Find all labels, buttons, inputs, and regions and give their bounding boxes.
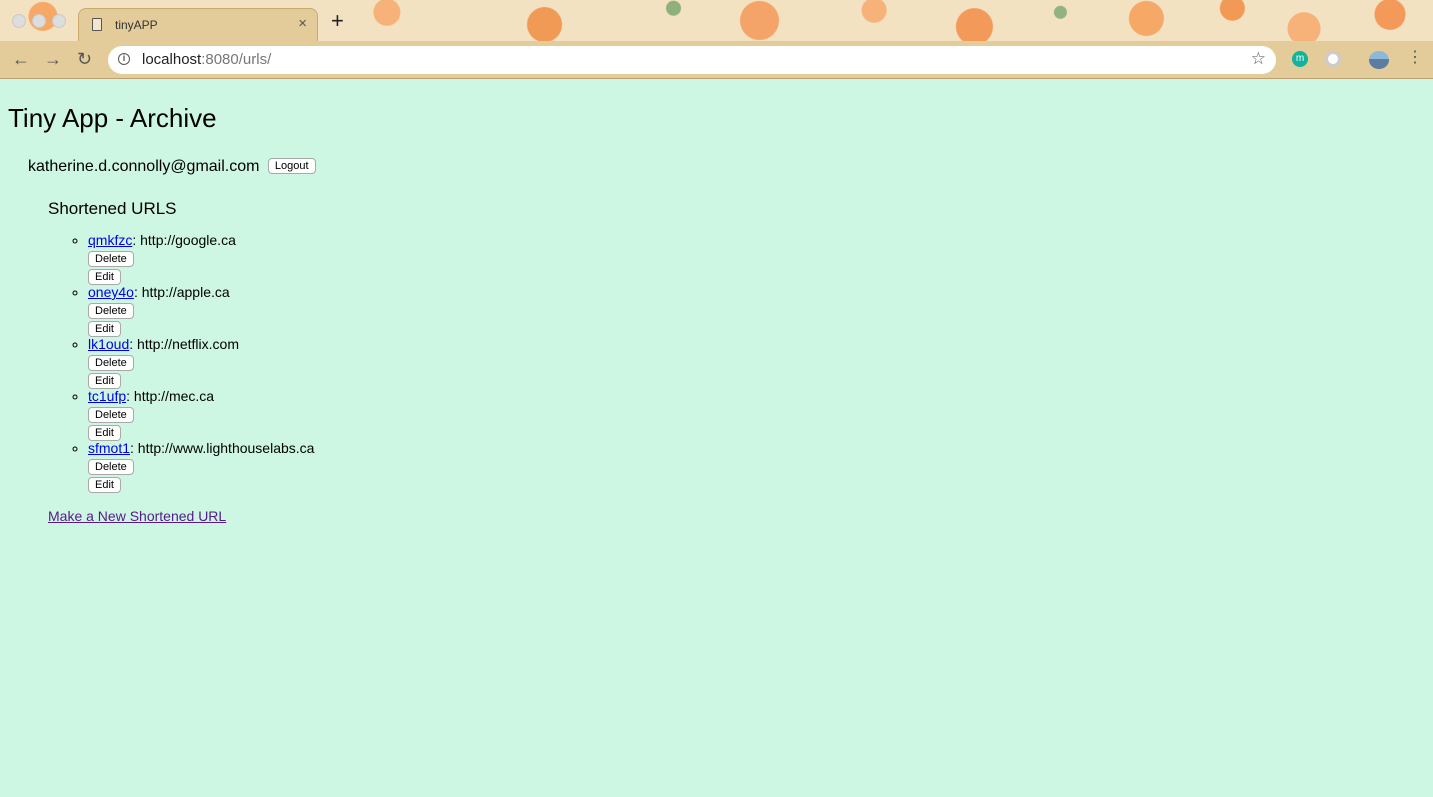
- new-tab-icon[interactable]: +: [331, 10, 344, 32]
- long-url: : http://mec.ca: [126, 388, 215, 404]
- delete-button[interactable]: Delete: [88, 355, 134, 371]
- forward-icon[interactable]: →: [44, 49, 62, 69]
- url-list: qmkfzc: http://google.ca Delete Edit one…: [48, 231, 315, 493]
- address-bar[interactable]: i localhost:8080/urls/ ☆: [108, 46, 1276, 74]
- user-email: katherine.d.connolly@gmail.com: [28, 158, 260, 175]
- long-url: : http://netflix.com: [129, 336, 239, 352]
- browser-toolbar: ← → ↻ i localhost:8080/urls/ ☆ m ⋮: [0, 41, 1433, 79]
- info-icon[interactable]: i: [118, 53, 130, 65]
- long-url: : http://google.ca: [132, 232, 236, 248]
- page-title: Tiny App - Archive: [8, 103, 217, 133]
- delete-button[interactable]: Delete: [88, 303, 134, 319]
- browser-chrome: tinyAPP × + ← → ↻ i localhost:8080/urls/…: [0, 0, 1433, 79]
- tab-title: tinyAPP: [115, 18, 158, 32]
- back-icon[interactable]: ←: [12, 49, 30, 69]
- chrome-menu-icon[interactable]: ⋮: [1407, 50, 1423, 66]
- delete-button[interactable]: Delete: [88, 251, 134, 267]
- edit-button[interactable]: Edit: [88, 477, 121, 493]
- url-path: :8080/urls/: [201, 51, 272, 68]
- section-title: Shortened URLS: [48, 199, 177, 218]
- list-item: qmkfzc: http://google.ca Delete Edit: [88, 231, 314, 285]
- page-icon: [92, 18, 102, 31]
- list-item: oney4o: http://apple.ca Delete Edit: [88, 283, 314, 337]
- new-short-url-link[interactable]: Make a New Shortened URL: [48, 508, 226, 524]
- short-url-link[interactable]: lk1oud: [88, 336, 129, 352]
- url-host: localhost: [142, 51, 202, 68]
- short-url-link[interactable]: sfmot1: [88, 440, 130, 456]
- long-url: : http://apple.ca: [133, 284, 230, 300]
- tab-strip: tinyAPP × +: [0, 0, 1433, 41]
- profile-avatar[interactable]: [1369, 51, 1389, 69]
- page-content: Tiny App - Archive katherine.d.connolly@…: [0, 79, 1433, 797]
- short-url-link[interactable]: tc1ufp: [88, 388, 126, 404]
- list-item: sfmot1: http://www.lighthouselabs.ca Del…: [88, 439, 315, 493]
- extension-m-icon[interactable]: m: [1292, 51, 1308, 67]
- list-item: lk1oud: http://netflix.com Delete Edit: [88, 335, 314, 389]
- address-url[interactable]: localhost:8080/urls/: [142, 51, 271, 68]
- short-url-link[interactable]: qmkfzc: [88, 232, 132, 248]
- tab-close-icon[interactable]: ×: [298, 15, 307, 32]
- tab-tinyapp[interactable]: tinyAPP ×: [78, 8, 318, 41]
- short-url-link[interactable]: oney4o: [88, 284, 134, 300]
- window-zoom-dot[interactable]: [52, 14, 66, 28]
- window-close-dot[interactable]: [12, 14, 26, 28]
- window-minimize-dot[interactable]: [32, 14, 46, 28]
- bookmark-star-icon[interactable]: ☆: [1251, 49, 1266, 69]
- list-item: tc1ufp: http://mec.ca Delete Edit: [88, 387, 314, 441]
- logout-button[interactable]: Logout: [267, 157, 316, 174]
- delete-button[interactable]: Delete: [88, 407, 134, 423]
- long-url: : http://www.lighthouselabs.ca: [130, 440, 315, 456]
- user-line: katherine.d.connolly@gmail.com Logout: [28, 157, 316, 176]
- delete-button[interactable]: Delete: [88, 459, 134, 475]
- extension-ring-icon[interactable]: [1325, 51, 1341, 67]
- reload-icon[interactable]: ↻: [77, 49, 92, 69]
